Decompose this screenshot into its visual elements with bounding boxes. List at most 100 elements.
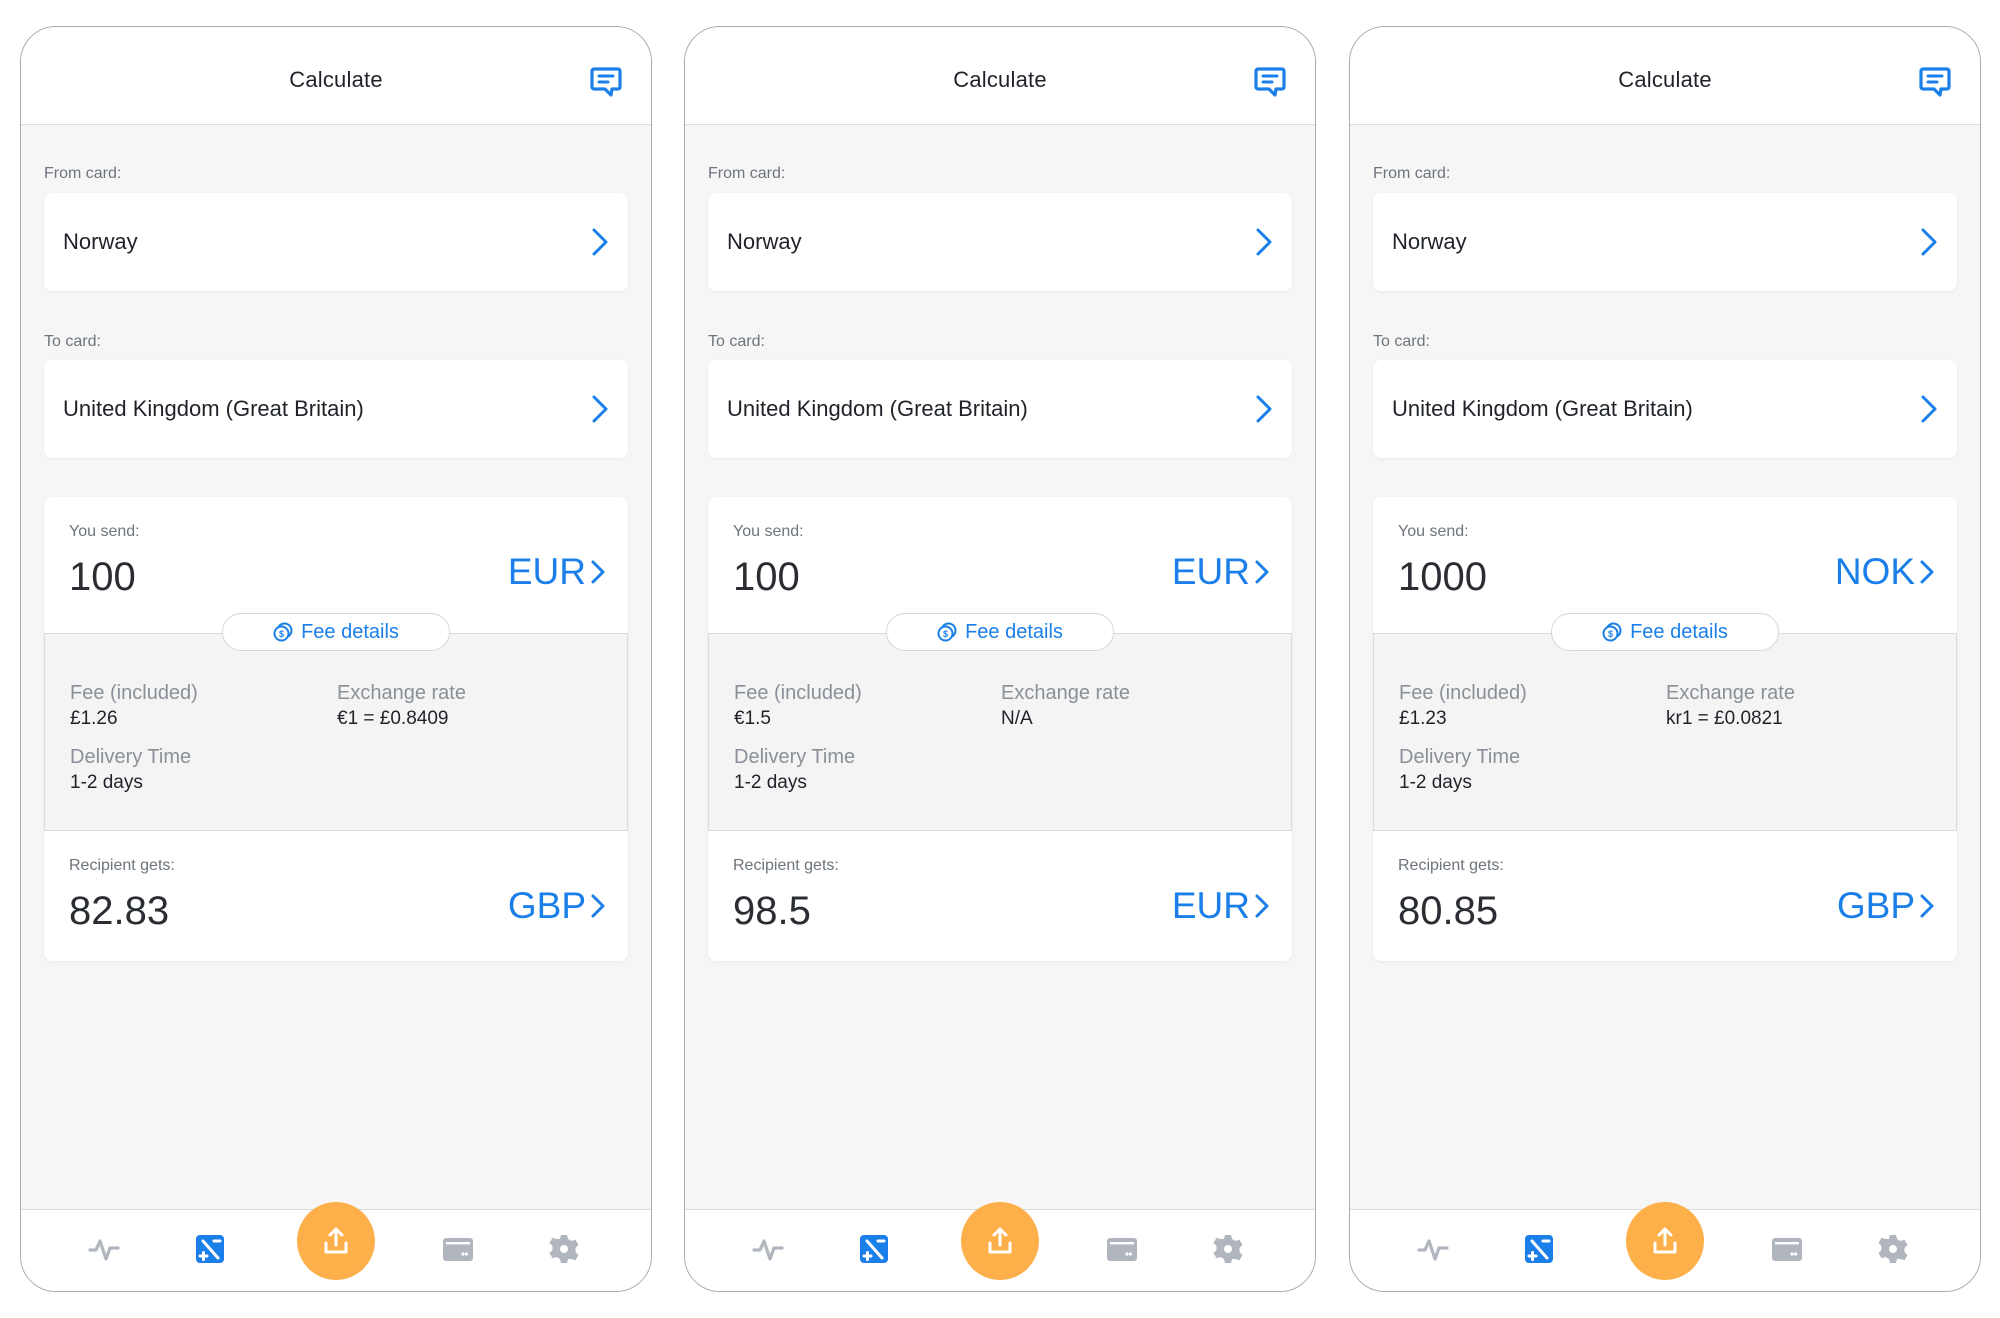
phone-screen-1: Calculate From card: Norway To card: Uni… [20, 26, 652, 1292]
nav-settings[interactable] [547, 1232, 581, 1266]
send-currency-select[interactable]: EUR [1172, 551, 1270, 593]
exchange-rate-value: kr1 = £0.0821 [1666, 708, 1783, 729]
nav-settings[interactable] [1876, 1232, 1910, 1266]
bottom-nav [1350, 1202, 1980, 1291]
send-label: You send: [733, 523, 804, 540]
settings-gear-icon [549, 1235, 579, 1263]
bottom-nav [685, 1202, 1315, 1291]
card-icon [443, 1238, 473, 1261]
exchange-rate-value: N/A [1001, 708, 1033, 729]
amount-card: You send: 100 EUR Fee (included) €1.5 Ex… [708, 497, 1292, 961]
nav-calculate[interactable] [857, 1232, 891, 1266]
nav-calculate[interactable] [193, 1232, 227, 1266]
fee-value: £1.26 [70, 708, 118, 729]
delivery-time-label: Delivery Time [734, 746, 856, 768]
to-card-select[interactable]: United Kingdom (Great Britain) [44, 360, 628, 458]
nav-activity[interactable] [87, 1232, 121, 1266]
to-card-select[interactable]: United Kingdom (Great Britain) [1373, 360, 1957, 458]
from-card-value: Norway [63, 229, 138, 254]
fee-details-panel: Fee (included) £1.23 Exchange rate kr1 =… [1373, 633, 1957, 831]
svg-text:$: $ [943, 629, 948, 639]
from-card-select[interactable]: Norway [44, 193, 628, 291]
fee-value: £1.23 [1399, 708, 1447, 729]
exchange-rate-value: €1 = £0.8409 [337, 708, 449, 729]
chat-icon[interactable] [589, 65, 623, 99]
delivery-time-value: 1-2 days [734, 772, 807, 793]
card-icon [1772, 1238, 1802, 1261]
chat-icon[interactable] [1253, 65, 1287, 99]
nav-upload-button[interactable] [297, 1202, 375, 1280]
exchange-rate-label: Exchange rate [1001, 682, 1130, 704]
recipient-label: Recipient gets: [69, 857, 175, 874]
fee-details-label: Fee details [301, 620, 399, 643]
send-currency-code: NOK [1834, 551, 1915, 592]
phone-screen-2: Calculate From card: Norway To card: Uni… [684, 26, 1316, 1292]
nav-cards[interactable] [1770, 1232, 1804, 1266]
fee-details-button[interactable]: $ Fee details [886, 613, 1114, 651]
fee-details-label: Fee details [1630, 620, 1728, 643]
nav-settings[interactable] [1211, 1232, 1245, 1266]
send-currency-code: EUR [507, 551, 586, 592]
chevron-right-icon [592, 228, 608, 256]
fee-details-button[interactable]: $ Fee details [222, 613, 450, 651]
coins-icon: $ [273, 622, 293, 642]
to-card-label: To card: [1373, 333, 1430, 350]
phone-screen-3: Calculate From card: Norway To card: Uni… [1349, 26, 1981, 1292]
calculator-icon [196, 1235, 224, 1263]
from-card-value: Norway [1392, 229, 1467, 254]
activity-icon [88, 1239, 120, 1261]
nav-cards[interactable] [441, 1232, 475, 1266]
exchange-rate-label: Exchange rate [1666, 682, 1795, 704]
receive-currency-select[interactable]: EUR [1172, 885, 1270, 927]
from-card-label: From card: [44, 165, 122, 182]
chevron-right-icon [1255, 894, 1269, 918]
to-card-select[interactable]: United Kingdom (Great Britain) [708, 360, 1292, 458]
exchange-rate-label: Exchange rate [337, 682, 466, 704]
upload-icon [988, 1227, 1012, 1254]
activity-icon [1417, 1239, 1449, 1261]
fee-label: Fee (included) [1399, 682, 1527, 704]
receive-currency-code: GBP [1836, 885, 1915, 926]
nav-calculate[interactable] [1522, 1232, 1556, 1266]
fee-label: Fee (included) [70, 682, 198, 704]
from-card-label: From card: [1373, 165, 1451, 182]
delivery-time-label: Delivery Time [1399, 746, 1521, 768]
fee-details-panel: Fee (included) €1.5 Exchange rate N/A De… [708, 633, 1292, 831]
nav-upload-button[interactable] [1626, 1202, 1704, 1280]
receive-currency-code: EUR [1171, 885, 1250, 926]
fee-label: Fee (included) [734, 682, 862, 704]
receive-currency-select[interactable]: GBP [508, 885, 606, 927]
from-card-select[interactable]: Norway [708, 193, 1292, 291]
page-title: Calculate [1618, 67, 1712, 92]
chevron-right-icon [1256, 228, 1272, 256]
send-amount-input[interactable]: 100 [733, 555, 800, 600]
chevron-right-icon [592, 395, 608, 423]
amount-card: You send: 100 EUR Fee (included) £1.26 E… [44, 497, 628, 961]
nav-upload-button[interactable] [961, 1202, 1039, 1280]
nav-activity[interactable] [1416, 1232, 1450, 1266]
svg-text:$: $ [279, 629, 284, 639]
delivery-time-label: Delivery Time [70, 746, 192, 768]
app-header: Calculate [1350, 27, 1980, 125]
receive-currency-code: GBP [507, 885, 586, 926]
send-currency-select[interactable]: EUR [508, 551, 606, 593]
card-icon [1107, 1238, 1137, 1261]
to-card-label: To card: [708, 333, 765, 350]
chat-icon[interactable] [1918, 65, 1952, 99]
fee-details-button[interactable]: $ Fee details [1551, 613, 1779, 651]
calculator-icon [860, 1235, 888, 1263]
activity-icon [752, 1239, 784, 1261]
nav-activity[interactable] [751, 1232, 785, 1266]
nav-cards[interactable] [1105, 1232, 1139, 1266]
chevron-right-icon [1256, 395, 1272, 423]
receive-currency-select[interactable]: GBP [1837, 885, 1935, 927]
recipient-amount: 98.5 [733, 889, 811, 933]
send-amount-input[interactable]: 1000 [1398, 555, 1487, 600]
to-card-label: To card: [44, 333, 101, 350]
send-label: You send: [69, 523, 140, 540]
send-amount-input[interactable]: 100 [69, 555, 136, 600]
amount-card: You send: 1000 NOK Fee (included) £1.23 … [1373, 497, 1957, 961]
from-card-select[interactable]: Norway [1373, 193, 1957, 291]
send-currency-select[interactable]: NOK [1835, 551, 1935, 593]
upload-icon [324, 1227, 348, 1254]
